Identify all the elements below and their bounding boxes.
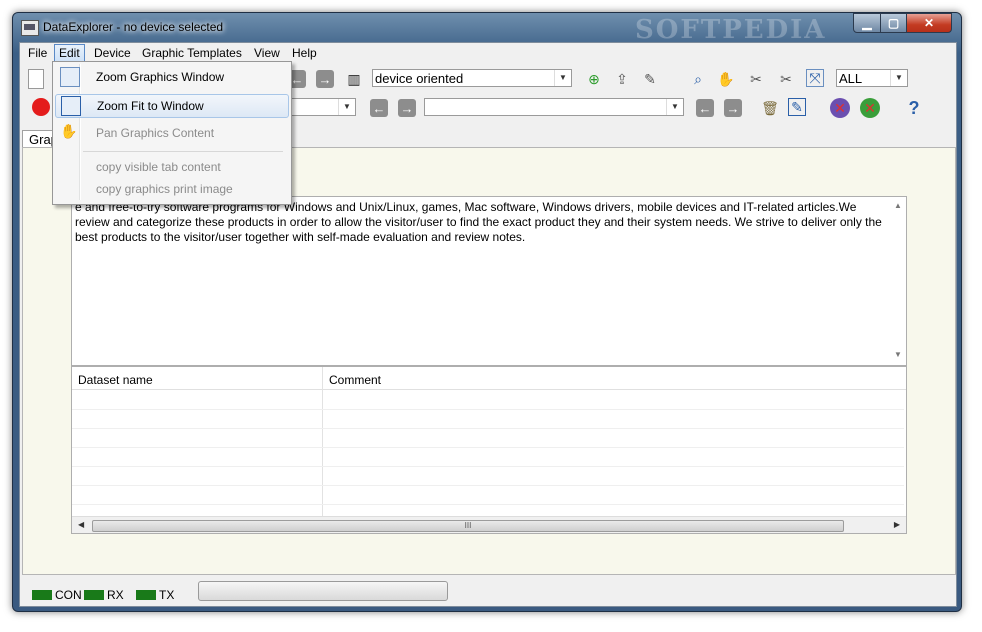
fit-window-icon[interactable]: ⤧ [806, 69, 824, 87]
minimize-button[interactable]: ▁ [853, 13, 881, 33]
scroll-down-icon[interactable]: ▼ [894, 350, 902, 359]
zoom-icon[interactable]: ⌕ [688, 69, 708, 89]
table-row[interactable] [72, 485, 904, 505]
menu-entry-label: Zoom Fit to Window [97, 99, 204, 113]
table-header: Dataset name Comment [72, 367, 906, 390]
table-row[interactable] [72, 466, 904, 486]
help-icon[interactable]: ? [904, 98, 924, 118]
rx-led [84, 590, 104, 600]
description-text: e and free-to-try software programs for … [75, 200, 882, 244]
record-combo[interactable]: ▼ [424, 98, 684, 116]
add-record-icon[interactable]: ⊕ [584, 69, 604, 89]
view-mode-combo[interactable]: device oriented ▼ [372, 69, 572, 87]
table-row[interactable] [72, 409, 904, 429]
status-bar: CON RX TX [20, 581, 956, 606]
scroll-up-icon[interactable]: ▲ [894, 201, 902, 210]
chevron-down-icon: ▼ [666, 99, 683, 115]
channel-combo[interactable]: ALL ▼ [836, 69, 908, 87]
pan-icon[interactable]: ✋ [716, 69, 736, 89]
menu-zoom-graphics-window[interactable]: Zoom Graphics Window [55, 66, 287, 88]
maximize-button[interactable]: ▢ [880, 13, 907, 33]
arrow-right-icon: → [400, 100, 414, 116]
record-icon[interactable] [32, 98, 50, 116]
view-mode-value: device oriented [375, 71, 464, 86]
menu-entry-label: Pan Graphics Content [96, 126, 215, 140]
edit-note-icon[interactable]: ✎ [788, 98, 806, 116]
close-button[interactable]: ✕ [906, 13, 952, 33]
scroll-left-icon[interactable]: ◀ [78, 520, 84, 529]
menu-view[interactable]: View [250, 45, 284, 61]
tab-panel: e and free-to-try software programs for … [22, 147, 956, 575]
cut-icon[interactable]: ✂ [746, 69, 766, 89]
table-row[interactable] [72, 390, 904, 410]
arrow-left-icon: ← [290, 71, 304, 87]
menu-copy-visible-tab-content[interactable]: copy visible tab content [55, 156, 287, 178]
con-label: CON [55, 588, 82, 602]
disconnect-all-icon[interactable]: ✕ [860, 98, 880, 118]
tx-led [136, 590, 156, 600]
column-comment[interactable]: Comment [323, 367, 903, 389]
maximize-icon: ▢ [887, 16, 900, 30]
chevron-down-icon: ▼ [890, 70, 907, 86]
arrow-left-icon: ← [698, 100, 712, 116]
menu-graphic-templates[interactable]: Graphic Templates [138, 45, 246, 61]
menu-pan-graphics-content[interactable]: ✋ Pan Graphics Content [55, 122, 287, 144]
pan-icon: ✋ [60, 123, 78, 139]
prev-object-button[interactable]: ← [370, 99, 388, 117]
menu-entry-label: copy visible tab content [96, 160, 221, 174]
title-bar[interactable]: DataExplorer - no device selected SOFTPE… [13, 13, 961, 45]
next-record-button[interactable]: → [724, 99, 742, 117]
table-row[interactable] [72, 447, 904, 467]
scrollbar-thumb[interactable]: III [92, 520, 844, 532]
trash-icon[interactable]: 🗑 [760, 98, 780, 118]
menu-device[interactable]: Device [90, 45, 135, 61]
channel-value: ALL [839, 71, 863, 86]
watermark: SOFTPEDIA [635, 15, 827, 45]
menu-bar: File Edit Device Graphic Templates View … [20, 43, 956, 63]
export-icon[interactable]: ⇪ [612, 69, 632, 89]
description-box[interactable]: e and free-to-try software programs for … [71, 196, 907, 366]
tx-label: TX [159, 588, 175, 602]
scroll-right-icon[interactable]: ▶ [894, 520, 900, 529]
minimize-icon: ▁ [862, 16, 872, 30]
table-row[interactable] [72, 428, 904, 448]
arrow-right-icon: → [318, 71, 332, 87]
con-led [32, 590, 52, 600]
column-dataset-name[interactable]: Dataset name [72, 367, 322, 389]
chevron-down-icon: ▼ [338, 99, 355, 115]
window-title: DataExplorer - no device selected [43, 20, 224, 34]
description-vertical-scrollbar[interactable]: ▲ ▼ [890, 197, 906, 363]
arrow-right-icon: → [726, 100, 740, 116]
zoom-icon [60, 67, 80, 87]
chevron-down-icon: ▼ [554, 70, 571, 86]
close-icon: ✕ [923, 16, 935, 30]
fit-window-icon [61, 96, 81, 116]
device-select-icon[interactable]: ▥ [344, 69, 364, 89]
rx-label: RX [107, 588, 124, 602]
progress-bar [198, 581, 448, 601]
prev-record-button[interactable]: ← [696, 99, 714, 117]
menu-edit[interactable]: Edit [54, 44, 85, 62]
arrow-left-icon: ← [372, 100, 386, 116]
forward-arrow-button[interactable]: → [316, 70, 334, 88]
new-file-icon[interactable] [28, 69, 44, 89]
menu-copy-graphics-print-image[interactable]: copy graphics print image [55, 178, 287, 200]
table-horizontal-scrollbar[interactable]: ◀ III ▶ [72, 516, 906, 533]
scrollbar-grip: III [464, 521, 472, 530]
menu-separator [83, 151, 283, 152]
menu-entry-label: copy graphics print image [96, 182, 233, 196]
disconnect-icon[interactable]: ✕ [830, 98, 850, 118]
edit-menu-dropdown: Zoom Graphics Window Zoom Fit to Window … [52, 61, 292, 205]
next-object-button[interactable]: → [398, 99, 416, 117]
dataset-table: Dataset name Comment ◀ III ▶ [71, 366, 907, 534]
app-icon [21, 20, 39, 36]
edit-record-icon[interactable]: ✎ [640, 69, 660, 89]
menu-entry-label: Zoom Graphics Window [96, 70, 225, 84]
cut-right-icon[interactable]: ✂ [776, 69, 796, 89]
menu-file[interactable]: File [24, 45, 51, 61]
menu-help[interactable]: Help [288, 45, 321, 61]
menu-zoom-fit-to-window[interactable]: Zoom Fit to Window [55, 94, 289, 118]
